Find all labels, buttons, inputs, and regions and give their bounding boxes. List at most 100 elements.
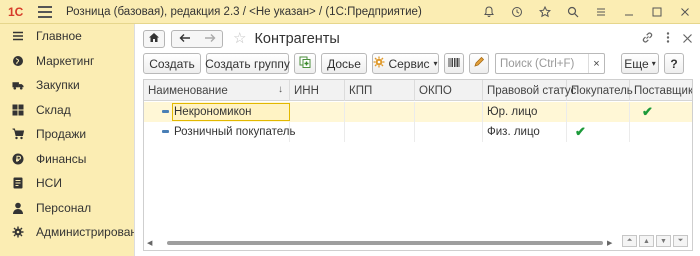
clear-search-icon[interactable]: ×: [588, 54, 604, 73]
globe-icon: [12, 55, 24, 67]
okpo-cell: [415, 102, 483, 122]
sidebar-item-sales[interactable]: Продажи: [0, 122, 134, 147]
column-header-supplier[interactable]: Поставщик: [630, 80, 692, 101]
home-icon: [148, 32, 160, 46]
column-header-okpo[interactable]: ОКПО: [415, 80, 483, 101]
sidebar-item-warehouse[interactable]: Склад: [0, 98, 134, 123]
prev-page-icon[interactable]: ▲: [639, 235, 654, 247]
sections-panel: Главное Маркетинг Закупки Склад Продажи …: [0, 24, 150, 256]
item-marker-icon: [162, 110, 169, 113]
scroll-left-icon[interactable]: ◀: [147, 239, 152, 247]
scroll-right-icon[interactable]: ▶: [607, 239, 612, 247]
reference-icon: [12, 177, 24, 189]
title-bar: 1С Розница (базовая), редакция 2.3 / <Не…: [0, 0, 700, 24]
kpp-cell: [345, 102, 415, 122]
column-header-legal-status[interactable]: Правовой статус: [483, 80, 576, 101]
create-button[interactable]: Создать: [143, 53, 201, 74]
search-input[interactable]: Поиск (Ctrl+F) ×: [495, 53, 605, 74]
service-button[interactable]: Сервис ▾: [372, 53, 439, 74]
pencil-icon: [473, 56, 485, 71]
add-copy-icon: [299, 56, 311, 71]
app-window: 1С Розница (базовая), редакция 2.3 / <Не…: [0, 0, 700, 256]
okpo-cell: [415, 122, 483, 142]
bell-icon[interactable]: [482, 5, 496, 19]
sidebar-item-label: Продажи: [36, 127, 87, 142]
history-icon[interactable]: [510, 5, 524, 19]
menu-icon: [12, 30, 24, 42]
sidebar-item-label: Главное: [36, 29, 82, 44]
horizontal-scrollbar[interactable]: ◀ ▶: [145, 239, 615, 247]
main-menu-icon[interactable]: [38, 5, 52, 18]
main-content: ☆ Контрагенты Создать Создать группу Дос…: [134, 24, 700, 256]
counterparties-table: Наименование ↓ ИНН КПП ОКПО Правовой ста…: [143, 79, 693, 251]
page-title: Контрагенты: [254, 31, 340, 47]
sidebar-item-label: НСИ: [36, 176, 62, 191]
more-button[interactable]: Еще ▾: [621, 53, 659, 74]
link-icon[interactable]: [641, 31, 654, 47]
inn-cell: [290, 102, 345, 122]
sort-down-icon: ↓: [278, 84, 283, 95]
sidebar-item-main[interactable]: Главное: [0, 24, 134, 49]
checkmark-icon: ✔: [575, 124, 586, 139]
close-form-icon[interactable]: [682, 32, 693, 47]
sidebar-item-label: Финансы: [36, 151, 87, 166]
close-icon[interactable]: [678, 5, 692, 19]
name-cell[interactable]: Некрономикон: [144, 102, 290, 122]
buyer-cell: [567, 102, 630, 122]
next-page-icon[interactable]: ▼: [656, 235, 671, 247]
sidebar-item-marketing[interactable]: Маркетинг: [0, 49, 134, 74]
barcode-button[interactable]: [444, 53, 464, 74]
search-icon[interactable]: [566, 5, 580, 19]
name-cell[interactable]: Розничный покупатель: [144, 122, 295, 142]
help-button[interactable]: ?: [664, 53, 684, 74]
sidebar-item-personnel[interactable]: Персонал: [0, 196, 134, 221]
inn-cell: [290, 122, 345, 142]
dropdown-arrow-icon: ▾: [433, 59, 438, 68]
more-label: Еще: [624, 56, 649, 71]
ruble-icon: [12, 153, 24, 165]
column-header-kpp[interactable]: КПП: [345, 80, 415, 101]
search-placeholder: Поиск (Ctrl+F): [500, 57, 575, 70]
service-label: Сервис: [388, 56, 430, 71]
gear-icon: [12, 226, 24, 238]
buyer-cell: ✔: [567, 122, 630, 142]
table-row[interactable]: Некрономикон Юр. лицо ✔: [144, 102, 692, 122]
barcode-icon: [448, 57, 460, 71]
table-row[interactable]: Розничный покупатель Физ. лицо ✔: [144, 122, 692, 142]
sidebar-item-administration[interactable]: Администрирование: [0, 220, 150, 245]
last-page-icon[interactable]: ⏷: [673, 235, 688, 247]
sidebar-item-finance[interactable]: Финансы: [0, 147, 134, 172]
minimize-icon[interactable]: [622, 5, 636, 19]
copy-button[interactable]: [294, 53, 316, 74]
sidebar-item-label: Маркетинг: [36, 53, 95, 68]
logo: 1С: [8, 4, 24, 19]
column-header-name[interactable]: Наименование ↓: [144, 80, 290, 101]
checkmark-icon: ✔: [642, 104, 653, 119]
sidebar-item-label: Персонал: [36, 200, 92, 215]
person-icon: [12, 202, 24, 214]
forward-arrow-icon[interactable]: [204, 32, 216, 46]
scrollbar-thumb[interactable]: [167, 241, 603, 245]
menu-icon[interactable]: [594, 5, 608, 19]
gear-icon: [373, 56, 385, 71]
legal-status-cell: Физ. лицо: [483, 122, 567, 142]
maximize-icon[interactable]: [650, 5, 664, 19]
dossier-button[interactable]: Досье: [321, 53, 367, 74]
warehouse-icon: [12, 104, 24, 116]
back-arrow-icon[interactable]: [179, 32, 191, 46]
supplier-cell: [630, 122, 692, 142]
more-vertical-icon[interactable]: [666, 31, 670, 47]
favorite-star-icon[interactable]: ☆: [233, 30, 246, 48]
supplier-cell: ✔: [630, 102, 692, 122]
sidebar-item-purchases[interactable]: Закупки: [0, 73, 134, 98]
first-page-icon[interactable]: ⏶: [622, 235, 637, 247]
create-group-button[interactable]: Создать группу: [205, 53, 290, 74]
sidebar-item-reference[interactable]: НСИ: [0, 171, 134, 196]
column-header-inn[interactable]: ИНН: [290, 80, 345, 101]
edit-button[interactable]: [469, 53, 489, 74]
star-icon[interactable]: [538, 5, 552, 19]
column-header-buyer[interactable]: Покупатель: [567, 80, 633, 101]
home-button[interactable]: [143, 30, 165, 48]
window-title: Розница (базовая), редакция 2.3 / <Не ук…: [66, 5, 422, 18]
list-navigation: ⏶ ▲ ▼ ⏷: [622, 235, 688, 247]
